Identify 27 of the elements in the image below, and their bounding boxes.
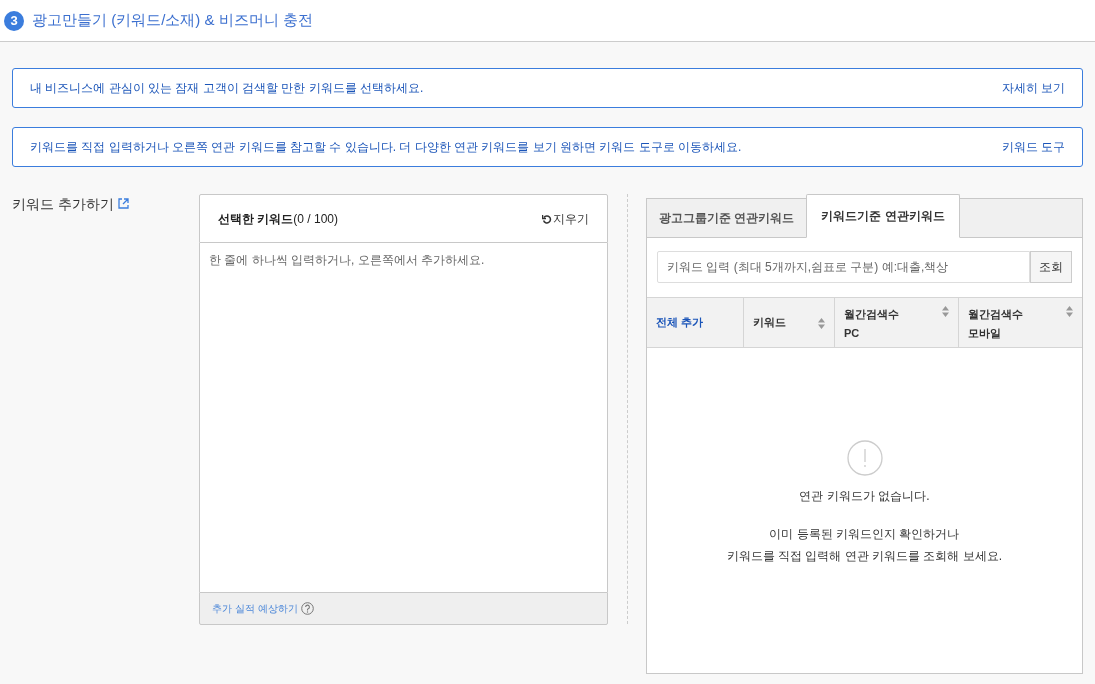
keyword-search-field[interactable]: 키워드 입력 (최대 5개까지,쉼표로 구분) 예:대출,책상 [657,251,1030,283]
notice-link[interactable]: 키워드 도구 [1001,138,1065,156]
notice-link[interactable]: 자세히 보기 [1001,79,1065,97]
tab[interactable]: 광고그룹기준 연관키워드 [647,198,807,237]
refresh-icon [542,213,552,224]
search-button[interactable]: 조회 [1030,251,1072,283]
exclamation-icon [846,440,883,476]
empty-hint: 이미 등록된 키워드인지 확인하거나 키워드를 직접 입력해 연관 키워드를 조회해 보세요. [726,526,1003,565]
selected-keywords-title: 선택한 키워드(0 / 100) [218,210,339,228]
clear-button[interactable]: 지우기 [542,209,589,228]
sort-icon[interactable] [1066,306,1073,317]
notice-text: 키워드를 직접 입력하거나 오른쪽 연관 키워드를 참고할 수 있습니다. 더 다양한 연관 키워드를 보기 원하면 키워드 도구로 이동하세요. [30,139,742,156]
tab[interactable]: 키워드기준 연관키워드 [806,194,960,238]
sort-icon[interactable] [818,317,825,329]
section-label: 키워드 추가하기 [12,195,114,214]
add-all-link[interactable]: 전체 추가 [656,314,704,331]
notice-text: 내 비즈니스에 관심이 있는 잠재 고객이 검색할 만한 키워드를 선택하세요. [30,80,424,97]
sort-icon[interactable] [942,306,949,317]
column-header[interactable]: 월간검색수 PC [844,305,899,343]
column-header[interactable]: 키워드 [753,313,786,332]
keyword-input-area[interactable]: 한 줄에 하나씩 입력하거나, 오른쪽에서 추가하세요. [199,243,608,592]
external-link-icon[interactable] [117,198,129,209]
empty-message: 연관 키워드가 없습니다. [799,488,930,505]
column-header[interactable]: 월간검색수 모바일 [968,305,1023,343]
page-title: 광고만들기 (키워드/소재) & 비즈머니 충전 [32,10,313,31]
step-number: 3 [4,10,24,31]
help-icon[interactable] [300,602,314,615]
